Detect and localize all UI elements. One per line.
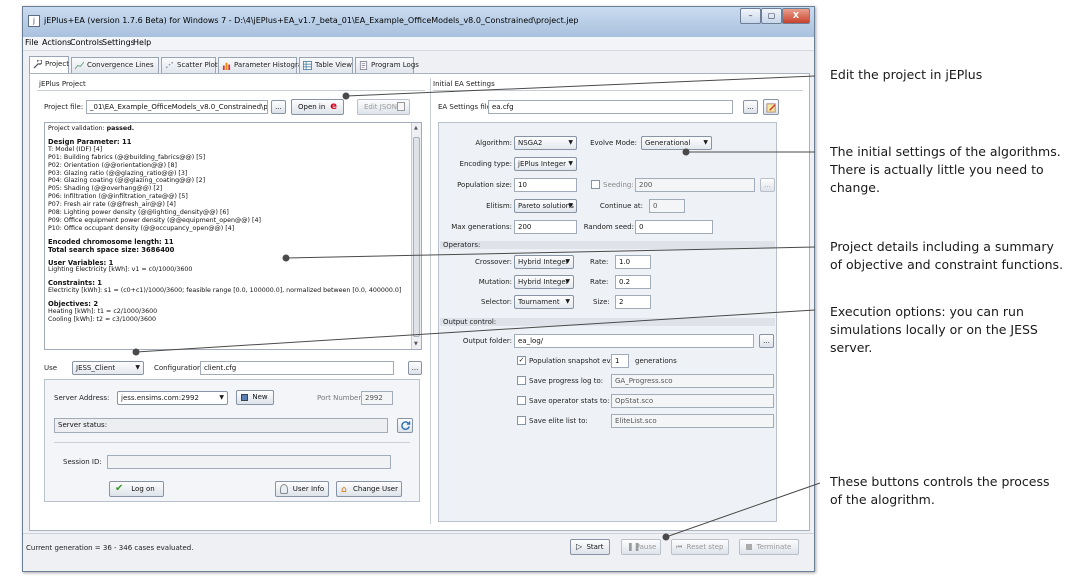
callout-line-execution — [135, 309, 816, 353]
annotation-project-details: Project details including a summary of o… — [830, 239, 1064, 272]
callout-line-process-buttons — [665, 482, 821, 538]
callout-dot — [662, 533, 670, 541]
annotation-execution-options: Execution options: you can run simulatio… — [830, 304, 1038, 355]
annotation-process-buttons: These buttons controls the process of th… — [830, 474, 1050, 507]
callout-line-edit-project — [345, 75, 816, 97]
annotation-ea-settings: The initial settings of the algorithms. … — [830, 144, 1061, 195]
callout-dot — [132, 348, 140, 356]
callout-dot — [682, 148, 690, 156]
callout-line-project-details — [285, 246, 816, 259]
callout-dot — [342, 92, 350, 100]
callout-dot — [282, 254, 290, 262]
annotation-edit-project: Edit the project in jEPlus — [830, 67, 983, 82]
